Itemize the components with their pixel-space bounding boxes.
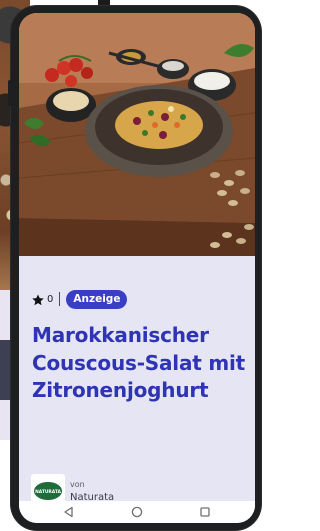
system-navigation-bar <box>19 501 255 523</box>
phone-side-button <box>8 80 12 106</box>
recipe-meta-row: 0 Anzeige <box>31 289 128 309</box>
star-icon[interactable] <box>31 292 45 306</box>
recents-square-icon <box>200 507 210 517</box>
recents-button[interactable] <box>193 503 217 521</box>
home-button[interactable] <box>125 503 149 521</box>
recipe-hero-image[interactable] <box>19 13 255 256</box>
sponsor-prefix: von <box>70 479 85 489</box>
food-photo-illustration <box>19 13 255 256</box>
back-button[interactable] <box>57 503 81 521</box>
ad-badge: Anzeige <box>66 289 128 309</box>
rating-count: 0 <box>47 293 54 305</box>
phone-screen: 0 Anzeige Marokkanischer Couscous-Salat … <box>19 13 255 523</box>
svg-text:NATURATA: NATURATA <box>35 489 61 495</box>
back-triangle-icon <box>64 506 73 518</box>
home-circle-icon <box>131 506 143 518</box>
screenshot-stage: 0 Anzeige Marokkanischer Couscous-Salat … <box>0 0 262 531</box>
naturata-logo-icon: NATURATA <box>34 482 62 500</box>
recipe-card-content: 0 Anzeige Marokkanischer Couscous-Salat … <box>19 256 255 508</box>
sponsor-text: von Naturata <box>70 479 114 504</box>
recipe-title[interactable]: Marokkanischer Couscous-Salat mit Zitron… <box>32 322 250 405</box>
meta-divider <box>59 292 61 306</box>
